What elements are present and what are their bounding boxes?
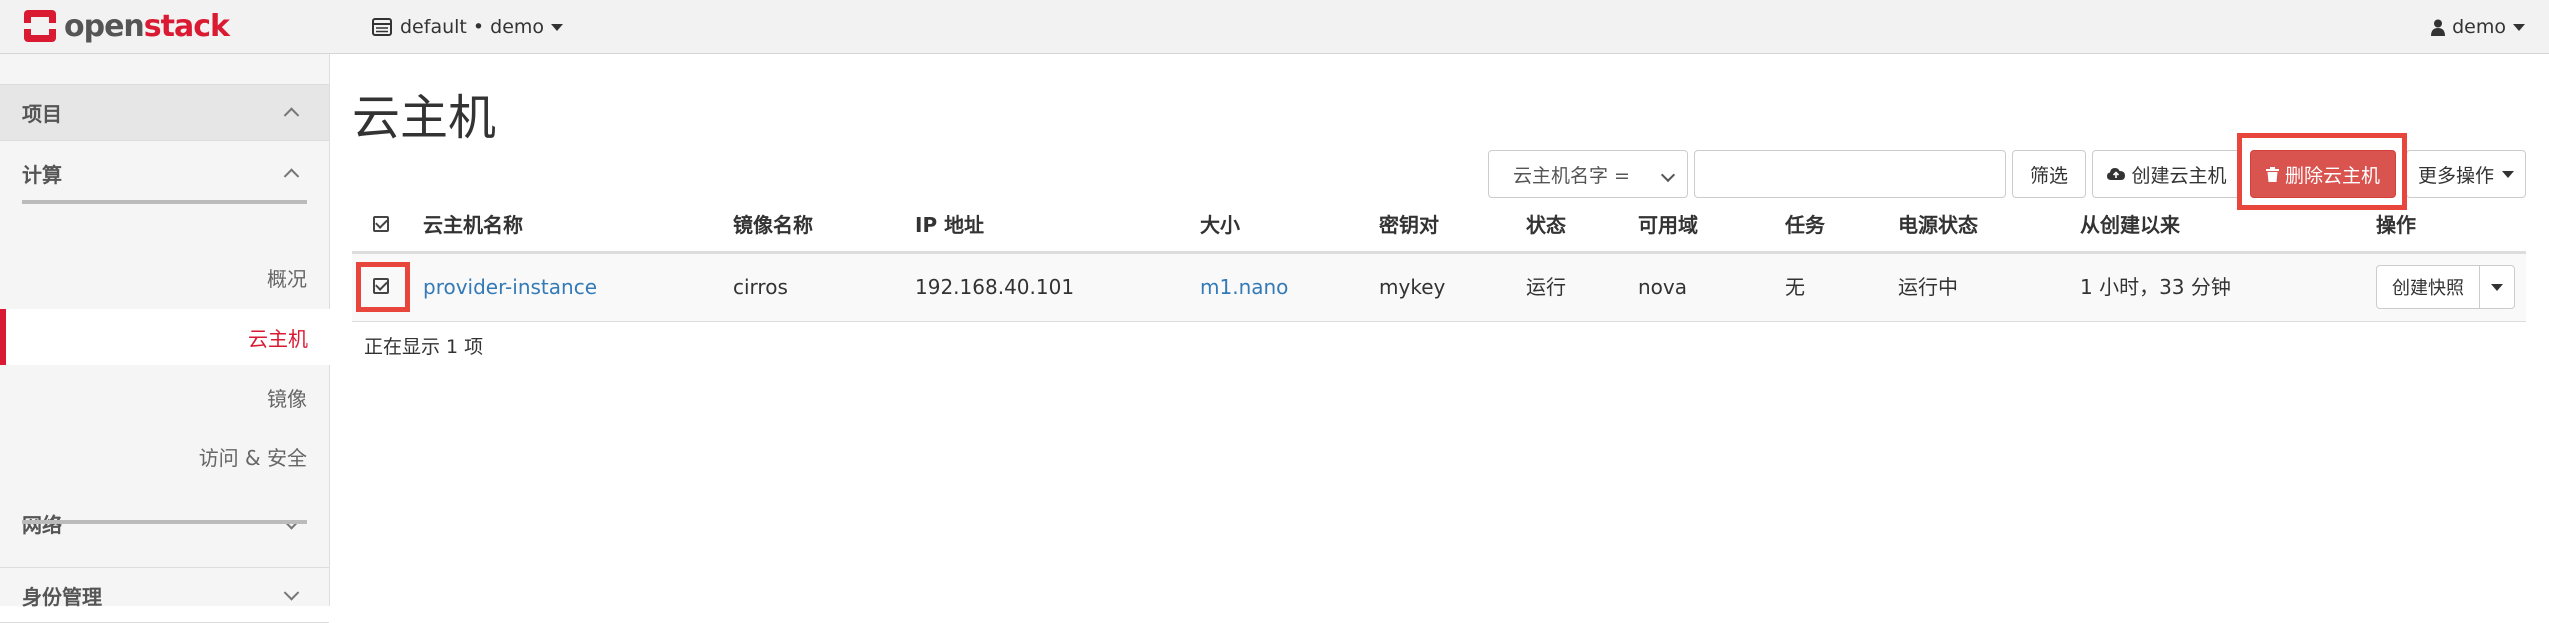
more-actions-label: 更多操作 <box>2417 164 2494 187</box>
delete-instances-button[interactable]: 删除云主机 <box>2250 150 2396 198</box>
column-header-size[interactable]: 大小 <box>1200 210 1240 240</box>
sidebar-section-project[interactable]: 项目 <box>0 84 329 141</box>
row-checkbox[interactable] <box>373 278 389 294</box>
project-switcher-dropdown[interactable]: default • demo <box>372 13 564 41</box>
column-header-image[interactable]: 镜像名称 <box>733 210 813 240</box>
column-header-name[interactable]: 云主机名称 <box>423 210 523 240</box>
page-title: 云主机 <box>352 90 497 146</box>
filter-button-label: 筛选 <box>2029 164 2068 187</box>
project-icon <box>372 18 392 36</box>
more-actions-dropdown[interactable]: 更多操作 <box>2406 150 2526 198</box>
openstack-logo[interactable]: openstack <box>22 6 230 46</box>
sidebar-section-label: 项目 <box>22 102 62 126</box>
sidebar-item-label: 云主机 <box>248 326 308 351</box>
sidebar-section-label: 计算 <box>22 163 62 187</box>
sidebar-item-images[interactable]: 镜像 <box>0 369 329 425</box>
delete-instances-label: 删除云主机 <box>2284 164 2380 187</box>
sidebar-item-label: 镜像 <box>267 386 307 411</box>
filter-button[interactable]: 筛选 <box>2012 150 2086 198</box>
instance-status: 运行 <box>1526 275 1566 299</box>
create-instance-label: 创建云主机 <box>2131 164 2227 187</box>
column-header-zone[interactable]: 可用域 <box>1638 210 1698 240</box>
filter-field-label: 云主机名字 = <box>1513 164 1630 187</box>
create-snapshot-button[interactable]: 创建快照 <box>2376 265 2480 309</box>
instance-task: 无 <box>1785 275 1805 299</box>
instance-size-link[interactable]: m1.nano <box>1200 272 1288 302</box>
sidebar-item-instances[interactable]: 云主机 <box>0 309 330 365</box>
user-menu-dropdown[interactable]: demo <box>2431 13 2525 41</box>
top-navbar: openstack default • demo demo <box>0 0 2549 54</box>
section-divider <box>22 520 307 524</box>
instance-zone: nova <box>1638 275 1688 299</box>
chevron-down-icon <box>2491 283 2503 291</box>
trash-icon <box>2265 166 2279 182</box>
filter-input[interactable] <box>1694 150 2006 198</box>
select-all-checkbox[interactable] <box>373 216 389 232</box>
sidebar-section-compute[interactable]: 计算 <box>0 146 329 201</box>
user-icon <box>2431 19 2446 36</box>
sidebar-item-access-security[interactable]: 访问 & 安全 <box>0 428 329 484</box>
instance-age: 1 小时，33 分钟 <box>2080 275 2231 299</box>
chevron-up-icon <box>283 167 300 184</box>
instance-power-state: 运行中 <box>1898 275 1958 299</box>
column-header-keypair[interactable]: 密钥对 <box>1379 210 1439 240</box>
sidebar-item-label: 概况 <box>267 266 307 291</box>
chevron-down-icon <box>551 23 564 31</box>
table-item-count: 正在显示 1 项 <box>364 336 484 358</box>
row-actions-dropdown-toggle[interactable] <box>2479 265 2515 309</box>
column-header-power[interactable]: 电源状态 <box>1898 210 1978 240</box>
project-switcher-label: default • demo <box>400 16 545 38</box>
create-instance-button[interactable]: 创建云主机 <box>2092 150 2242 198</box>
chevron-down-icon <box>283 585 300 601</box>
user-name: demo <box>2452 16 2506 38</box>
instance-image: cirros <box>733 275 788 299</box>
sidebar-item-overview[interactable]: 概况 <box>0 249 329 305</box>
instance-name-link[interactable]: provider-instance <box>423 272 597 302</box>
sidebar-section-label: 身份管理 <box>22 584 102 609</box>
instance-keypair: mykey <box>1379 275 1446 299</box>
logo-wordmark: openstack <box>64 8 230 44</box>
instance-ip: 192.168.40.101 <box>915 275 1075 299</box>
column-header-status[interactable]: 状态 <box>1526 210 1566 240</box>
column-header-age[interactable]: 从创建以来 <box>2080 210 2180 240</box>
openstack-logo-icon <box>22 8 58 44</box>
filter-field-select[interactable]: 云主机名字 = <box>1488 150 1688 198</box>
create-snapshot-label: 创建快照 <box>2392 278 2464 299</box>
cloud-upload-icon <box>2107 167 2126 181</box>
chevron-down-icon <box>2502 170 2514 178</box>
column-header-task[interactable]: 任务 <box>1785 210 1825 240</box>
sidebar-item-label: 访问 & 安全 <box>198 445 307 470</box>
sidebar-section-identity[interactable]: 身份管理 <box>0 567 329 623</box>
sidebar: 项目 计算 概况 云主机 镜像 访问 & 安全 网络 身份管理 <box>0 54 330 623</box>
column-header-ip[interactable]: IP 地址 <box>915 210 984 240</box>
chevron-down-icon <box>2513 23 2525 31</box>
chevron-down-icon <box>1660 167 1676 183</box>
chevron-up-icon <box>283 106 300 123</box>
section-divider <box>22 200 307 204</box>
column-header-actions: 操作 <box>2376 213 2416 237</box>
